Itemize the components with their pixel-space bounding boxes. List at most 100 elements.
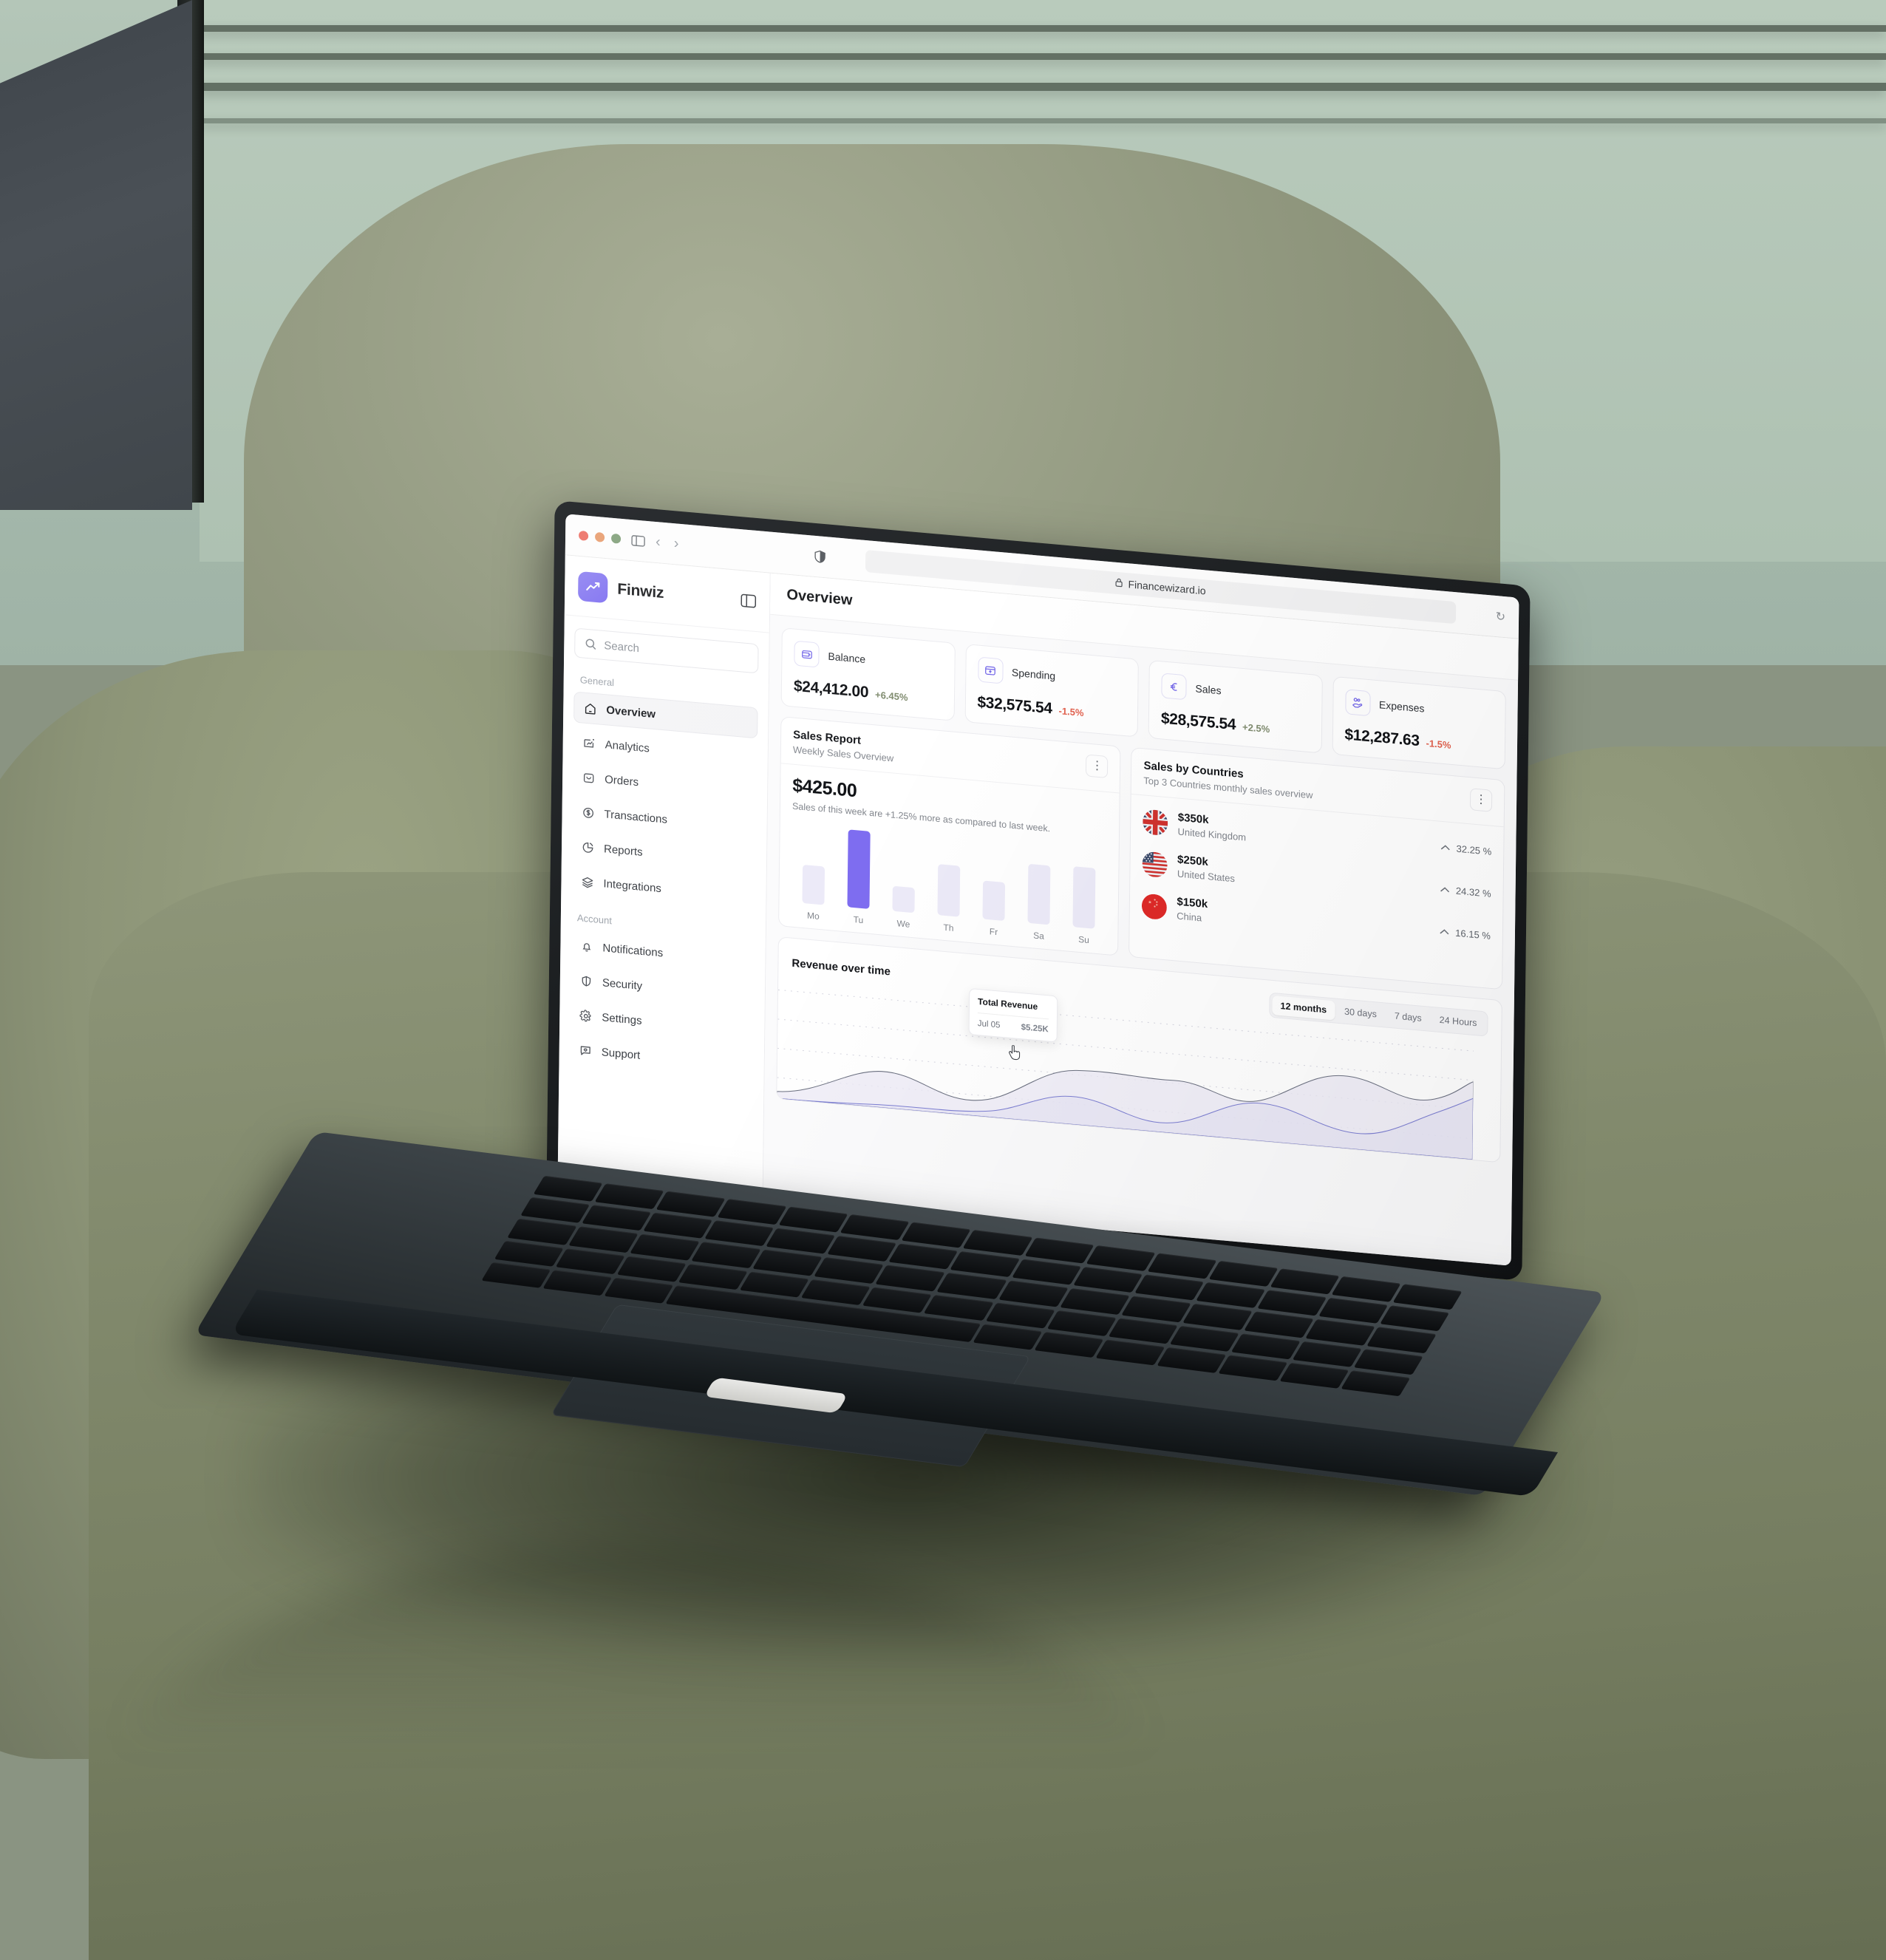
search-input[interactable]: Search xyxy=(574,627,759,674)
bar-column[interactable]: Sa xyxy=(1019,863,1059,943)
laptop-screen: ‹ › Financewizard.io ↻ Finwiz Search Gen… xyxy=(557,514,1519,1266)
weekly-sales-bar-chart: Mo Tu We Th Fr Sa Su xyxy=(791,823,1107,947)
stat-card-sales[interactable]: Sales $28,575.54 +2.5% xyxy=(1148,659,1323,754)
country-percent: 16.15 % xyxy=(1455,927,1491,942)
stat-label: Sales xyxy=(1195,682,1222,697)
support-chat-icon xyxy=(579,1044,592,1058)
country-percent-wrap: 24.32 % xyxy=(1440,884,1491,899)
stat-change: +2.5% xyxy=(1242,721,1270,735)
stat-change: -1.5% xyxy=(1058,705,1084,719)
window-controls[interactable] xyxy=(579,530,622,544)
pie-chart-icon xyxy=(581,840,594,855)
close-button[interactable] xyxy=(579,530,589,541)
bar-column[interactable]: We xyxy=(884,885,923,931)
revenue-tooltip: Total Revenue Jul 05 $5.25K xyxy=(968,987,1058,1043)
sidebar-item-label: Notifications xyxy=(602,941,664,959)
stat-change: -1.5% xyxy=(1426,737,1451,751)
card-upload-icon xyxy=(977,656,1004,684)
chevron-right-icon[interactable]: › xyxy=(674,535,679,553)
chevron-left-icon[interactable]: ‹ xyxy=(656,534,661,551)
bar-column[interactable]: Fr xyxy=(974,879,1013,939)
kebab-menu-icon[interactable]: ⋮ xyxy=(1469,788,1493,812)
gear-icon xyxy=(579,1009,592,1024)
tab-12-months[interactable]: 12 months xyxy=(1272,995,1335,1021)
tab-7-days[interactable]: 7 days xyxy=(1386,1006,1430,1029)
trending-up-icon xyxy=(578,571,608,604)
panel-layout-icon[interactable] xyxy=(741,593,757,608)
bar-column[interactable]: Mo xyxy=(794,864,833,923)
country-percent: 24.32 % xyxy=(1455,885,1491,899)
sidebar-item-label: Reports xyxy=(603,842,643,859)
wallet-icon xyxy=(794,640,820,668)
bar xyxy=(1072,866,1096,929)
bar-label: Th xyxy=(943,922,954,933)
tooltip-value: $5.25K xyxy=(1021,1023,1049,1035)
stat-value: $24,412.00 xyxy=(793,677,869,701)
page-title: Overview xyxy=(786,586,853,609)
bar xyxy=(892,885,916,913)
home-icon xyxy=(583,701,596,716)
sidebar-item-label: Integrations xyxy=(603,877,661,895)
tab-24-hours[interactable]: 24 Hours xyxy=(1431,1010,1485,1033)
caret-up-icon xyxy=(1441,845,1451,851)
hand-coins-icon xyxy=(1344,689,1371,717)
bar xyxy=(847,829,871,909)
lock-icon xyxy=(1115,576,1123,589)
stat-card-spending[interactable]: Spending $32,575.54 -1.5% xyxy=(964,643,1139,738)
sidebar-toggle-icon[interactable] xyxy=(631,534,645,548)
sidebar-item-label: Analytics xyxy=(605,738,650,755)
sales-report-card: Sales Report Weekly Sales Overview ⋮ $42… xyxy=(778,716,1121,956)
sales-report-body: $425.00 Sales of this week are +1.25% mo… xyxy=(779,763,1120,955)
bar-label: Su xyxy=(1078,933,1089,946)
minimize-button[interactable] xyxy=(595,531,605,542)
reload-icon[interactable]: ↻ xyxy=(1496,608,1506,624)
analytics-icon xyxy=(582,736,596,751)
sidebar-item-label: Transactions xyxy=(604,807,668,826)
stat-card-balance[interactable]: Balance $24,412.00 +6.45% xyxy=(780,627,956,721)
maximize-button[interactable] xyxy=(611,533,622,544)
sidebar-item-label: Orders xyxy=(605,772,639,789)
bar xyxy=(1027,863,1051,925)
orders-bag-icon xyxy=(582,771,595,786)
tooltip-date: Jul 05 xyxy=(977,1018,1001,1030)
sidebar-item-label: Settings xyxy=(602,1010,642,1027)
bar-column[interactable]: Su xyxy=(1064,865,1104,947)
stat-card-expenses[interactable]: Expenses $12,287.63 -1.5% xyxy=(1332,676,1506,770)
search-icon xyxy=(585,639,596,650)
nav-arrows[interactable]: ‹ › xyxy=(656,534,679,553)
bar-column[interactable]: Tu xyxy=(839,828,879,927)
stat-label: Balance xyxy=(828,650,866,666)
euro-icon xyxy=(1161,673,1187,701)
privacy-shield-icon[interactable] xyxy=(814,550,826,563)
dollar-circle-icon xyxy=(582,806,595,820)
revenue-title: Revenue over time xyxy=(791,956,891,979)
country-name: United States xyxy=(1177,868,1236,885)
country-percent: 32.25 % xyxy=(1456,843,1492,857)
stat-change: +6.45% xyxy=(874,689,908,704)
browser-window: ‹ › Financewizard.io ↻ Finwiz Search Gen… xyxy=(557,514,1519,1266)
bar-label: We xyxy=(896,918,910,930)
kebab-menu-icon[interactable]: ⋮ xyxy=(1086,754,1109,779)
sidebar-item-label: Security xyxy=(602,976,643,993)
tab-30-days[interactable]: 30 days xyxy=(1336,1001,1385,1025)
pointer-cursor-icon xyxy=(1008,1044,1021,1064)
dashboard-body: Balance $24,412.00 +6.45% Spending $32,5… xyxy=(764,615,1518,1176)
cn-flag-icon xyxy=(1142,893,1168,920)
laptop: ‹ › Financewizard.io ↻ Finwiz Search Gen… xyxy=(0,0,1886,1960)
bar-label: Sa xyxy=(1033,930,1044,942)
sidebar-body: Search General Overview Analytics Orders… xyxy=(559,615,769,1097)
caret-up-icon xyxy=(1440,929,1449,935)
stat-value: $32,575.54 xyxy=(977,693,1052,718)
layers-icon xyxy=(580,875,593,890)
country-percent-wrap: 16.15 % xyxy=(1440,926,1491,942)
country-name: China xyxy=(1177,910,1202,924)
app-shell: Finwiz Search General Overview Analytics… xyxy=(557,555,1519,1266)
stat-value: $12,287.63 xyxy=(1344,726,1420,750)
main-content: Overview Balance $24,412.00 +6.45% Spend… xyxy=(763,573,1519,1266)
bar-label: Fr xyxy=(989,926,998,938)
uk-flag-icon xyxy=(1143,808,1168,836)
bell-icon xyxy=(579,939,593,954)
stat-label: Spending xyxy=(1011,666,1056,682)
bar-column[interactable]: Th xyxy=(929,863,968,935)
bar-label: Mo xyxy=(806,910,820,922)
